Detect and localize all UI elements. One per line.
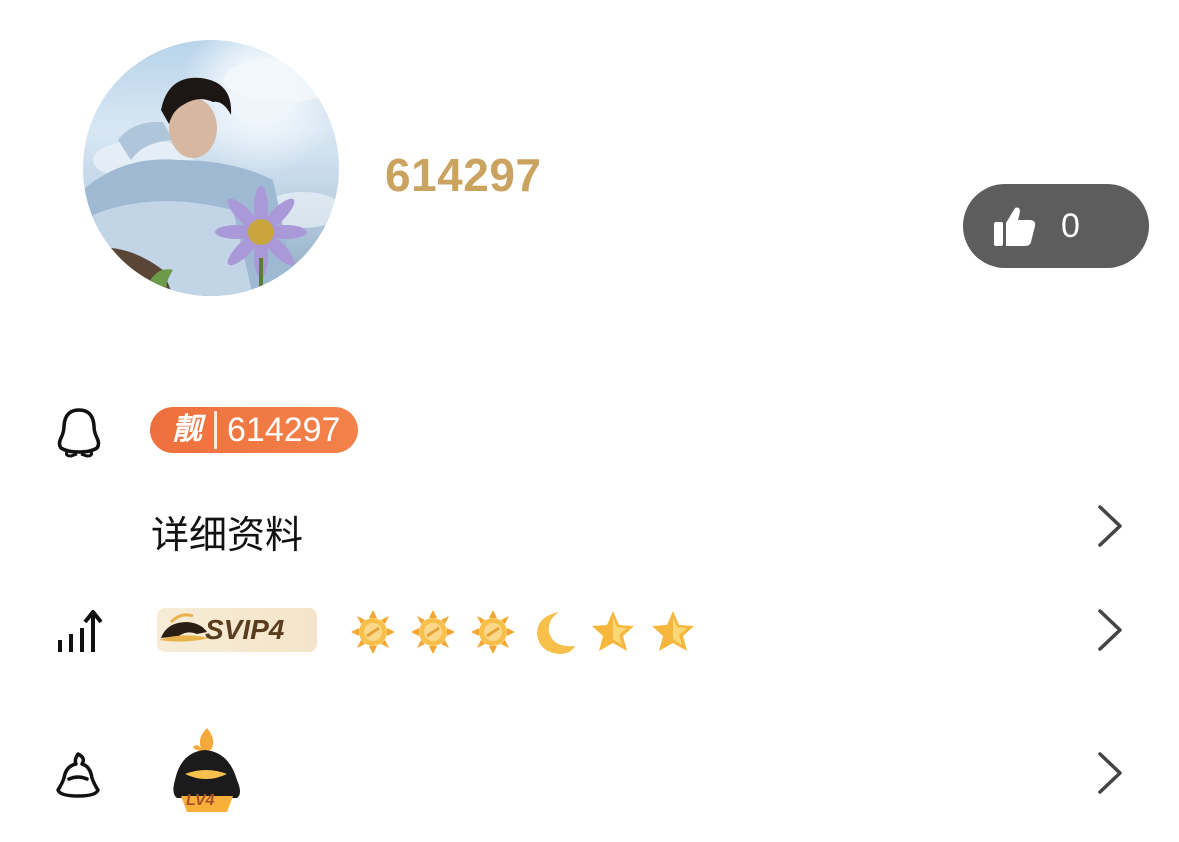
- level-badge[interactable]: LV4: [167, 726, 245, 816]
- chevron-right-icon[interactable]: [1095, 750, 1125, 796]
- avatar[interactable]: [83, 40, 339, 296]
- flame-penguin-icon: [56, 752, 100, 798]
- moon-icon: [537, 612, 575, 654]
- growth-icon: [58, 610, 103, 652]
- sun-icon: [351, 610, 395, 654]
- chevron-right-icon[interactable]: [1095, 503, 1125, 549]
- crown-hat-icon: [159, 613, 209, 642]
- penguin-icon: [57, 408, 101, 458]
- star-icon: [592, 611, 634, 651]
- sun-icon: [471, 610, 515, 654]
- like-count: 0: [1061, 206, 1080, 245]
- star-icon: [652, 611, 694, 651]
- qq-number: 614297: [227, 410, 341, 449]
- pretty-number-char: 靓: [150, 411, 217, 449]
- chevron-right-icon[interactable]: [1095, 607, 1125, 653]
- thumbs-up-icon: [994, 207, 1036, 246]
- pretty-number-badge[interactable]: 靓 614297: [150, 407, 359, 453]
- svip-badge[interactable]: SVIP4: [157, 608, 317, 652]
- lv-text: LV4: [186, 792, 215, 809]
- nickname: 614297: [385, 149, 542, 201]
- sun-icon: [411, 610, 455, 654]
- avatar-photo: [83, 58, 339, 296]
- like-button[interactable]: 0: [963, 184, 1149, 268]
- svip-text: SVIP4: [205, 614, 285, 645]
- detail-info-link[interactable]: 详细资料: [151, 504, 303, 559]
